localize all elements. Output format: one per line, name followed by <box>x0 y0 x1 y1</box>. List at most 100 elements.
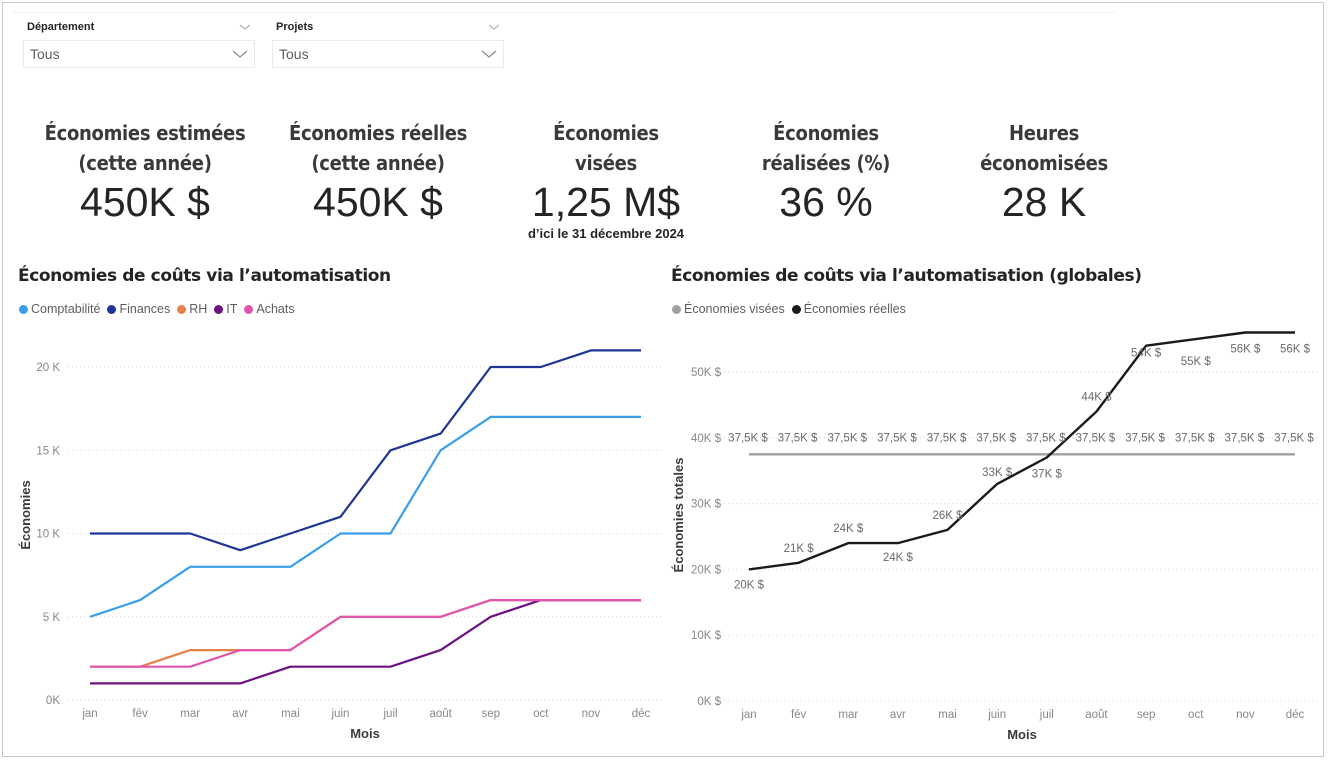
data-label: 37,5K $ <box>778 432 818 444</box>
data-label: 37,5K $ <box>1175 432 1215 444</box>
kpi-title-line2: (cette année) <box>311 151 445 175</box>
data-label: 54K $ <box>1131 348 1162 360</box>
x-tick-label: déc <box>632 708 651 720</box>
kpi-title-line2: réalisées (%) <box>761 151 891 175</box>
chevron-down-icon <box>232 50 248 58</box>
legend-marker-icon <box>107 304 117 314</box>
legend-item-achats[interactable]: Achats <box>244 302 295 316</box>
x-axis-title: Mois <box>1007 727 1037 742</box>
data-label: 37,5K $ <box>976 432 1016 444</box>
chevron-down-icon[interactable] <box>239 22 251 32</box>
kpi-card-realized-savings-pct: Économies réalisées (%) 36 % <box>716 118 936 224</box>
y-tick-label: 10K $ <box>691 630 722 642</box>
series-line-comptabilite[interactable] <box>89 415 641 618</box>
x-tick-label: nov <box>582 708 601 720</box>
x-tick-label: sep <box>481 708 500 720</box>
data-label: 37K $ <box>1032 469 1063 481</box>
legend-item-rh[interactable]: RH <box>177 302 207 316</box>
legend-label: Économies réelles <box>803 302 906 316</box>
x-tick-label: mai <box>281 708 300 720</box>
x-tick-label: juin <box>987 709 1006 721</box>
legend-label: Achats <box>256 302 295 316</box>
legend-item-economies-visees[interactable]: Économies visées <box>672 302 785 316</box>
kpi-title: Économies estimées <box>44 121 246 145</box>
kpi-title: Économies réelles <box>288 121 468 145</box>
line-chart-overall: 0K $ 10K $ 20K $ 30K $ 40K $ 50K $ jan fév mar av… <box>671 331 1320 742</box>
department-slicer-label: Département <box>27 21 95 33</box>
x-tick-label: août <box>429 708 452 720</box>
y-axis-title: Économies totales <box>671 458 686 573</box>
y-axis-title: Économies <box>18 480 33 549</box>
legend-marker-icon <box>244 304 254 314</box>
legend-label: Comptabilité <box>31 302 101 316</box>
legend-marker-icon <box>19 304 28 314</box>
chevron-down-icon[interactable] <box>488 22 500 32</box>
x-axis-title: Mois <box>350 726 380 741</box>
legend-item-it[interactable]: IT <box>214 302 237 316</box>
kpi-card-estimated-savings: Économies estimées (cette année) 450K $ <box>20 118 270 224</box>
data-label: 37,5K $ <box>877 432 917 444</box>
series-line-economies-reelles[interactable] <box>748 331 1295 571</box>
data-label: 37,5K $ <box>1274 432 1314 444</box>
department-dropdown-value: Tous <box>30 46 60 62</box>
data-label: 37,5K $ <box>1026 432 1066 444</box>
kpi-value: 36 % <box>779 179 873 225</box>
projects-slicer[interactable]: Projets Tous <box>272 18 504 68</box>
kpi-title: Économies <box>553 121 659 145</box>
x-tick-label: mar <box>180 708 200 720</box>
x-tick-label: oct <box>1188 709 1204 721</box>
data-label: 37,5K $ <box>827 432 867 444</box>
data-label: 37,5K $ <box>728 432 768 444</box>
kpi-card-target-savings: Économies visées 1,25 M$ d’ici le 31 déc… <box>496 118 716 241</box>
kpi-subtitle: d’ici le 31 décembre 2024 <box>527 226 685 241</box>
data-label: 37,5K $ <box>1125 432 1165 444</box>
kpi-value: 1,25 M$ <box>531 179 681 225</box>
data-label: 21K $ <box>784 543 815 555</box>
x-tick-label: nov <box>1236 709 1255 721</box>
chevron-down-icon <box>481 50 497 58</box>
legend-label: Économies visées <box>684 302 785 316</box>
x-tick-label: jan <box>740 709 756 721</box>
x-tick-label: août <box>1085 709 1108 721</box>
series-line-rh[interactable] <box>90 599 641 668</box>
legend-item-finances[interactable]: Finances <box>107 302 170 316</box>
x-tick-label: avr <box>890 709 906 721</box>
data-label: 26K $ <box>933 510 964 522</box>
y-tick-label: 20K $ <box>691 564 722 576</box>
department-slicer[interactable]: Département Tous <box>23 18 255 68</box>
legend-marker-icon <box>791 304 801 314</box>
y-tick-label: 0K $ <box>697 696 721 708</box>
y-tick-label: 20 K <box>36 362 60 374</box>
kpi-value: 28 K <box>1001 179 1087 225</box>
kpi-value: 450K $ <box>313 179 443 225</box>
legend-label: Finances <box>119 302 171 316</box>
data-label: 37,5K $ <box>1225 432 1265 444</box>
data-label: 37,5K $ <box>1076 432 1116 444</box>
x-tick-label: fév <box>791 709 807 721</box>
kpi-title-line2: (cette année) <box>78 151 212 175</box>
legend-marker-icon <box>177 304 187 314</box>
projects-slicer-label: Projets <box>276 21 314 33</box>
projects-dropdown[interactable]: Tous <box>272 40 504 68</box>
legend-item-comptabilite[interactable]: Comptabilité <box>19 302 100 316</box>
kpi-value: 450K $ <box>80 179 210 225</box>
legend-item-economies-reelles[interactable]: Économies réelles <box>791 302 906 316</box>
series-line-it[interactable] <box>90 599 641 685</box>
x-tick-label: oct <box>533 708 549 720</box>
y-tick-label: 10 K <box>36 529 60 541</box>
y-tick-label: 30K $ <box>691 499 722 511</box>
data-label: 56K $ <box>1280 344 1311 356</box>
legend-label: RH <box>189 302 208 316</box>
data-label: 55K $ <box>1181 356 1212 368</box>
legend-marker-icon <box>672 304 681 314</box>
chart-title-by-department: Économies de coûts via l’automatisation <box>18 266 391 286</box>
department-dropdown[interactable]: Tous <box>23 40 255 68</box>
legend-marker-icon <box>214 304 224 314</box>
data-label: 56K $ <box>1230 344 1261 356</box>
top-divider <box>12 12 1116 13</box>
x-tick-label: mar <box>838 709 858 721</box>
projects-dropdown-value: Tous <box>279 46 309 62</box>
chart-title-overall: Économies de coûts via l’automatisation … <box>671 266 1142 286</box>
y-tick-label: 50K $ <box>691 367 722 379</box>
legend-by-department: Comptabilité Finances RH IT Achats <box>19 302 302 316</box>
